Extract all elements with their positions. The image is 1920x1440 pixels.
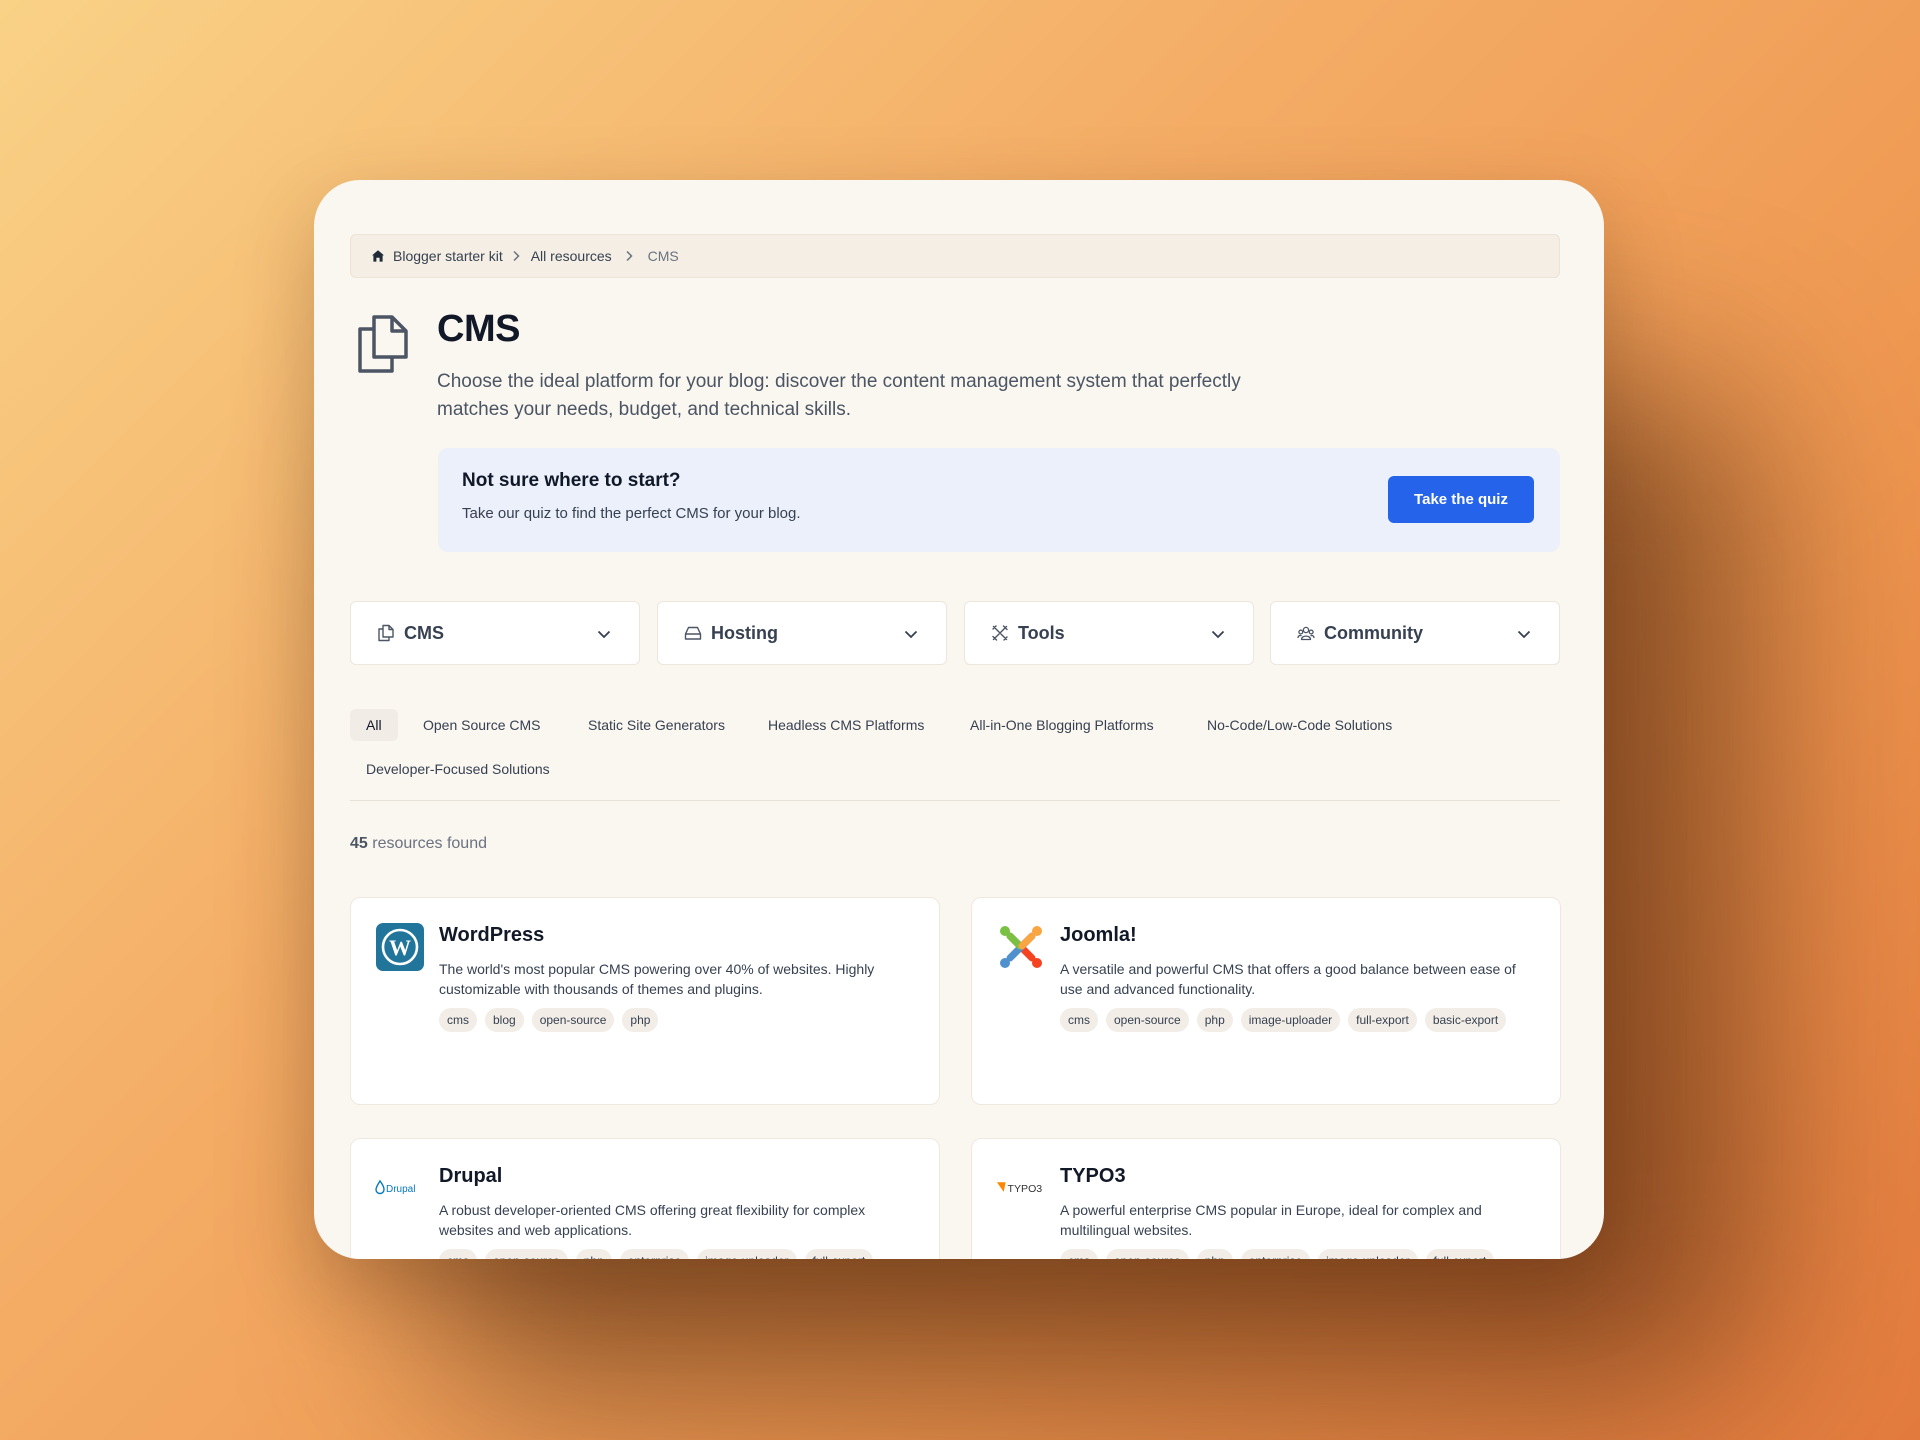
breadcrumb-item-all-resources[interactable]: All resources — [531, 248, 612, 264]
tag[interactable]: php — [1196, 1249, 1233, 1259]
dropdown-tools[interactable]: Tools — [964, 601, 1254, 665]
resource-card-joomla[interactable]: Joomla! A versatile and powerful CMS tha… — [971, 897, 1561, 1105]
chevron-down-icon — [1515, 625, 1533, 643]
page-title: CMS — [437, 308, 520, 350]
card-tags: cms open-source php enterprise image-upl… — [439, 1249, 919, 1259]
typo3-logo: TYPO3 — [996, 1163, 1046, 1213]
card-title: Drupal — [439, 1165, 503, 1187]
filters-divider — [350, 800, 1560, 801]
server-icon — [684, 624, 702, 642]
chevron-down-icon — [595, 625, 613, 643]
tag[interactable]: full-export — [1425, 1249, 1495, 1259]
results-count-label: resources found — [372, 835, 487, 852]
drupal-logo: Drupal — [375, 1163, 425, 1213]
breadcrumb-item-starter-kit[interactable]: Blogger starter kit — [393, 248, 503, 264]
resource-card-drupal[interactable]: Drupal Drupal A robust developer-oriente… — [350, 1138, 940, 1259]
tag[interactable]: cms — [1060, 1249, 1098, 1259]
tag[interactable]: open-source — [531, 1008, 615, 1032]
drupal-logo-text: Drupal — [386, 1184, 415, 1195]
card-title: TYPO3 — [1060, 1165, 1126, 1187]
chevron-down-icon — [1209, 625, 1227, 643]
dropdown-label: Tools — [1018, 622, 1065, 643]
dropdown-label: Community — [1324, 622, 1423, 643]
tag[interactable]: cms — [439, 1249, 477, 1259]
tag[interactable]: open-source — [1106, 1249, 1189, 1259]
results-count-number: 45 — [350, 835, 368, 852]
tag[interactable]: open-source — [485, 1249, 568, 1259]
tag[interactable]: cms — [1060, 1008, 1098, 1032]
chevron-right-icon — [624, 250, 634, 262]
card-description: A powerful enterprise CMS popular in Eur… — [1060, 1202, 1482, 1238]
tag[interactable]: blog — [485, 1008, 524, 1032]
tag[interactable]: image-uploader — [697, 1249, 797, 1259]
chevron-right-icon — [511, 250, 521, 262]
filter-all[interactable]: All — [350, 709, 398, 741]
card-description: A versatile and powerful CMS that offers… — [1060, 961, 1516, 997]
dropdown-community[interactable]: Community — [1270, 601, 1560, 665]
breadcrumb: Blogger starter kit All resources CMS — [350, 234, 1560, 278]
take-quiz-button[interactable]: Take the quiz — [1388, 476, 1534, 523]
tools-icon — [991, 624, 1009, 642]
card-description: A robust developer-oriented CMS offering… — [439, 1202, 866, 1238]
dropdown-label: Hosting — [711, 622, 778, 643]
filter-all-in-one[interactable]: All-in-One Blogging Platforms — [954, 709, 1170, 741]
card-title: Joomla! — [1060, 924, 1137, 946]
card-tags: cms blog open-source php — [439, 1008, 919, 1032]
card-tags: cms open-source php enterprise image-upl… — [1060, 1249, 1540, 1259]
tag[interactable]: full-export — [804, 1249, 874, 1259]
card-tags: cms open-source php image-uploader full-… — [1060, 1008, 1540, 1032]
card-title: WordPress — [439, 924, 545, 946]
breadcrumb-current: CMS — [647, 248, 679, 264]
documents-icon — [377, 624, 395, 642]
joomla-logo — [996, 922, 1046, 972]
tag[interactable]: php — [622, 1008, 659, 1032]
home-icon[interactable] — [371, 249, 385, 263]
quiz-banner: Not sure where to start? Take our quiz t… — [438, 448, 1560, 552]
tag[interactable]: php — [575, 1249, 612, 1259]
filter-static-site-generators[interactable]: Static Site Generators — [572, 709, 741, 741]
typo3-logo-text: TYPO3 — [1008, 1183, 1043, 1195]
tag[interactable]: image-uploader — [1240, 1008, 1341, 1032]
card-description: The world's most popular CMS powering ov… — [439, 961, 875, 997]
chevron-down-icon — [902, 625, 920, 643]
tag[interactable]: basic-export — [1424, 1008, 1507, 1032]
page-description: Choose the ideal platform for your blog:… — [437, 371, 1241, 420]
tag[interactable]: php — [1196, 1008, 1233, 1032]
documents-icon — [356, 313, 410, 373]
tag[interactable]: cms — [439, 1008, 477, 1032]
tag[interactable]: enterprise — [1240, 1249, 1311, 1259]
dropdown-hosting[interactable]: Hosting — [657, 601, 947, 665]
svg-text:W: W — [389, 935, 411, 960]
app-window: Blogger starter kit All resources CMS CM… — [314, 180, 1604, 1259]
wordpress-logo: W — [375, 922, 425, 972]
tag[interactable]: enterprise — [619, 1249, 690, 1259]
resource-card-typo3[interactable]: TYPO3 TYPO3 A powerful enterprise CMS po… — [971, 1138, 1561, 1259]
tag[interactable]: full-export — [1348, 1008, 1417, 1032]
filter-no-code[interactable]: No-Code/Low-Code Solutions — [1191, 709, 1408, 741]
filter-developer-focused[interactable]: Developer-Focused Solutions — [350, 753, 566, 785]
quiz-subtitle: Take our quiz to find the perfect CMS fo… — [462, 505, 801, 522]
users-icon — [1297, 624, 1315, 642]
dropdown-cms[interactable]: CMS — [350, 601, 640, 665]
results-count: 45 resources found — [350, 835, 487, 853]
resource-card-wordpress[interactable]: W WordPress The world's most popular CMS… — [350, 897, 940, 1105]
tag[interactable]: image-uploader — [1318, 1249, 1418, 1259]
filter-open-source-cms[interactable]: Open Source CMS — [407, 709, 557, 741]
tag[interactable]: open-source — [1106, 1008, 1189, 1032]
dropdown-label: CMS — [404, 622, 444, 643]
filter-headless-cms[interactable]: Headless CMS Platforms — [752, 709, 940, 741]
quiz-title: Not sure where to start? — [462, 470, 681, 491]
category-dropdowns: CMS Hosting Tools Community — [350, 601, 1560, 665]
